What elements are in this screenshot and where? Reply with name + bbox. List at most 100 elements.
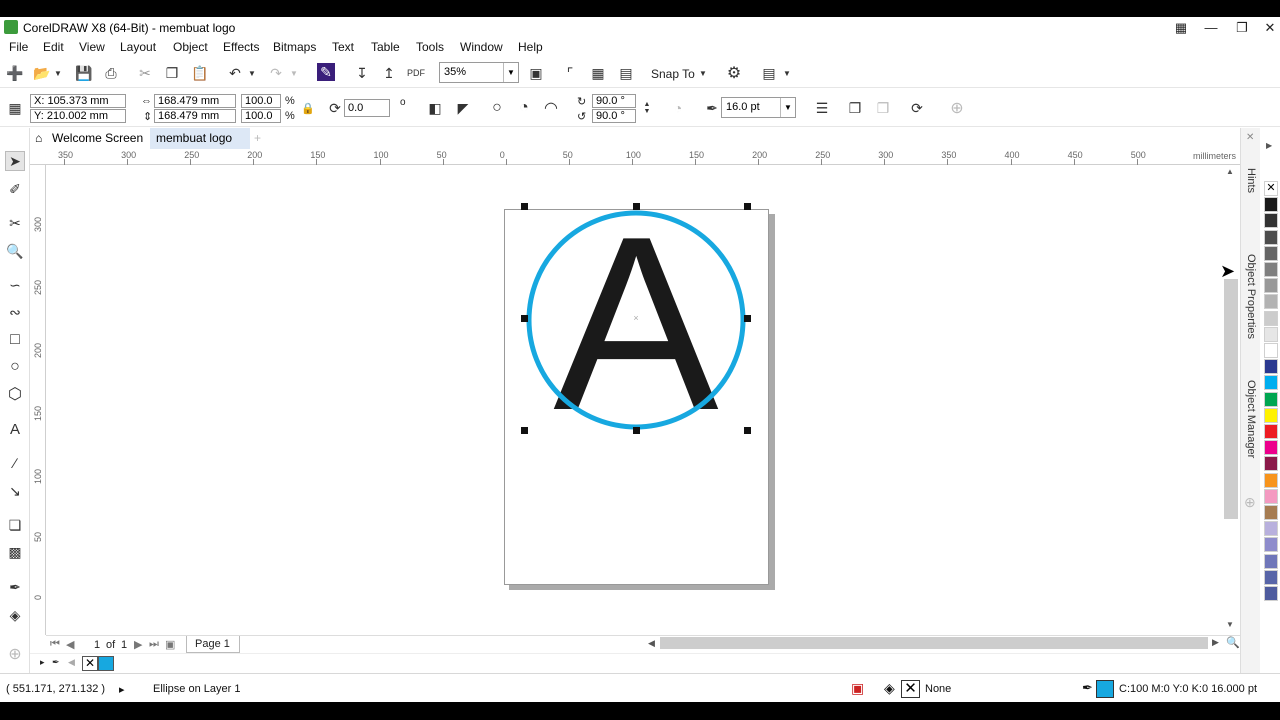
palette-swatch[interactable] [1264, 440, 1278, 456]
handle-top-left[interactable] [521, 203, 528, 210]
palette-swatch[interactable] [1264, 586, 1278, 601]
start-angle-field[interactable]: 90.0 ° [592, 94, 636, 108]
new-document-icon[interactable]: ➕ [5, 63, 25, 83]
add-page-icon[interactable]: ▣ [165, 638, 175, 651]
first-page-icon[interactable]: ⏮ [50, 638, 60, 651]
undo-icon[interactable]: ↶ [225, 63, 245, 83]
palette-swatch[interactable] [1264, 343, 1278, 358]
object-origin-icon[interactable]: ▦ [5, 98, 25, 118]
undo-dropdown-icon[interactable]: ▼ [246, 63, 258, 83]
launcher-dropdown-icon[interactable]: ▼ [781, 63, 793, 83]
tab-membuat-logo[interactable]: membuat logo [150, 128, 250, 149]
to-front-icon[interactable]: ❐ [845, 98, 865, 118]
menu-layout[interactable]: Layout [120, 40, 156, 54]
palette-swatch[interactable] [1264, 294, 1278, 310]
palette-swatch[interactable] [1264, 197, 1278, 213]
doc-palette-scroll-left-icon[interactable]: ◀ [68, 657, 75, 668]
fill-indicator-icon[interactable]: ◈ [884, 680, 895, 697]
palette-swatch[interactable] [1264, 262, 1278, 277]
scroll-right-icon[interactable]: ▶ [1212, 637, 1219, 648]
zoom-level-select[interactable]: 35% ▼ [439, 62, 519, 83]
palette-swatch[interactable] [1264, 326, 1278, 342]
palette-swatch[interactable] [1264, 391, 1278, 407]
show-rulers-icon[interactable]: ⌜ [560, 63, 580, 83]
scroll-up-icon[interactable]: ▲ [1226, 167, 1234, 176]
vertical-scrollbar[interactable] [1224, 279, 1238, 519]
artistic-media-tool-icon[interactable]: ∾ [5, 302, 25, 322]
palette-swatch[interactable] [1264, 569, 1278, 585]
docker-tab-object-manager[interactable]: Object Manager [1245, 380, 1257, 458]
snap-to-label[interactable]: Snap To [651, 67, 695, 81]
redo-icon[interactable]: ↷ [266, 63, 286, 83]
menu-bitmaps[interactable]: Bitmaps [273, 40, 316, 54]
menu-help[interactable]: Help [518, 40, 543, 54]
palette-swatch[interactable] [1264, 456, 1278, 472]
export-icon[interactable]: ↥ [379, 63, 399, 83]
paste-icon[interactable]: 📋 [190, 63, 210, 83]
handle-middle-left[interactable] [521, 315, 528, 322]
scroll-left-icon[interactable]: ◀ [648, 638, 655, 649]
palette-scroll-up-icon[interactable]: ▶ [1266, 141, 1272, 150]
palette-swatch[interactable] [1264, 310, 1278, 326]
palette-swatch[interactable] [1264, 229, 1278, 245]
ellipse-tool-icon[interactable]: ○ [5, 357, 25, 377]
change-direction-icon[interactable]: ◔ [668, 98, 688, 118]
to-back-icon[interactable]: ❐ [873, 98, 893, 118]
quick-customize-icon[interactable]: ⊕ [947, 98, 967, 118]
outline-color-swatch[interactable] [1096, 680, 1114, 698]
angle-spinner-icon[interactable]: ▲ ▼ [641, 94, 653, 122]
outline-pen-status-icon[interactable]: ✒ [1082, 680, 1093, 696]
open-icon[interactable]: 📂 [32, 63, 52, 83]
menu-window[interactable]: Window [460, 40, 503, 54]
ellipse-mode-icon[interactable]: ○ [487, 98, 507, 118]
pie-mode-icon[interactable]: ◔ [514, 98, 534, 118]
palette-swatch[interactable] [1264, 424, 1278, 439]
wrap-text-icon[interactable]: ☰ [812, 98, 832, 118]
add-docker-icon[interactable]: ⊕ [1244, 494, 1256, 511]
cut-icon[interactable]: ✂ [135, 63, 155, 83]
close-button[interactable]: ✕ [1255, 18, 1280, 37]
minimize-button[interactable]: — [1196, 18, 1226, 37]
menu-view[interactable]: View [79, 40, 105, 54]
next-page-icon[interactable]: ▶ [134, 638, 142, 651]
palette-swatch[interactable] [1264, 488, 1278, 504]
object-width-field[interactable]: 168.479 mm [154, 94, 236, 108]
parallel-dimension-tool-icon[interactable]: ∕ [5, 453, 25, 473]
rectangle-tool-icon[interactable]: □ [5, 330, 25, 350]
doc-palette-menu-icon[interactable]: ▸ [40, 657, 45, 668]
x-position-field[interactable]: X: 105.373 mm [30, 94, 126, 108]
pick-tool-icon[interactable]: ➤ [5, 151, 25, 171]
shape-tool-icon[interactable]: ✐ [5, 179, 25, 199]
handle-top-center[interactable] [633, 203, 640, 210]
handle-middle-right[interactable] [744, 315, 751, 322]
menu-tools[interactable]: Tools [416, 40, 444, 54]
status-expand-arrow[interactable]: ▸ [119, 683, 125, 696]
doc-color-swatch-cyan[interactable] [98, 656, 114, 671]
vertical-ruler[interactable]: 300 250 200 150 100 50 0 [30, 165, 46, 635]
palette-swatch[interactable] [1264, 537, 1278, 553]
redo-dropdown-icon[interactable]: ▼ [288, 63, 300, 83]
mirror-horizontal-icon[interactable]: ◧ [425, 98, 445, 118]
horizontal-scrollbar[interactable] [660, 637, 1208, 649]
menu-object[interactable]: Object [173, 40, 208, 54]
convert-to-curves-icon[interactable]: ⟳ [907, 98, 927, 118]
scale-x-field[interactable]: 100.0 [241, 94, 281, 108]
no-color-swatch[interactable]: ✕ [82, 656, 98, 671]
menu-edit[interactable]: Edit [43, 40, 64, 54]
scroll-down-icon[interactable]: ▼ [1226, 620, 1234, 629]
save-icon[interactable]: 💾 [74, 63, 94, 83]
palette-swatch[interactable] [1264, 472, 1278, 488]
previous-page-icon[interactable]: ◀ [66, 638, 74, 651]
tab-welcome-screen[interactable]: ⌂ Welcome Screen [30, 128, 150, 149]
handle-bottom-center[interactable] [633, 427, 640, 434]
palette-swatch[interactable] [1264, 407, 1278, 423]
handle-top-right[interactable] [744, 203, 751, 210]
palette-swatch[interactable] [1264, 278, 1278, 294]
menu-effects[interactable]: Effects [223, 40, 259, 54]
full-screen-preview-icon[interactable]: ▣ [526, 63, 546, 83]
menu-text[interactable]: Text [332, 40, 354, 54]
arc-mode-icon[interactable]: ◠ [541, 98, 561, 118]
menu-table[interactable]: Table [371, 40, 400, 54]
show-guidelines-icon[interactable]: ▤ [616, 63, 636, 83]
color-eyedropper-tool-icon[interactable]: ✒ [5, 577, 25, 597]
